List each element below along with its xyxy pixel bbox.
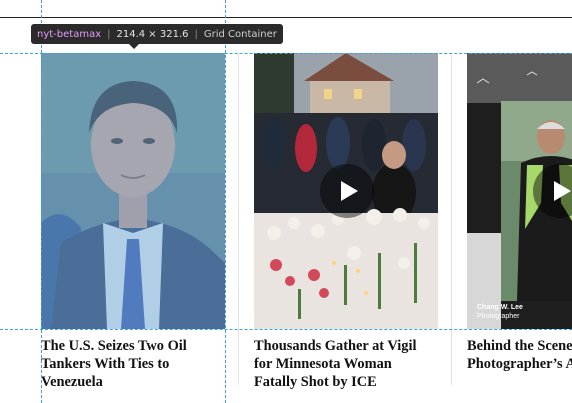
- column-divider-2: [451, 53, 452, 385]
- tooltip-dimensions: 214.4 × 321.6: [116, 28, 189, 40]
- play-icon[interactable]: [320, 164, 374, 218]
- photo-credit: Chang W. Lee Photographer: [477, 303, 523, 321]
- devtools-guide-left: [41, 0, 42, 403]
- section-top-rule: [0, 17, 572, 18]
- devtools-guide-bottom: [0, 329, 572, 330]
- devtools-inspect-highlight: [41, 53, 225, 329]
- devtools-guide-right: [225, 0, 226, 403]
- story-card-3[interactable]: Chang W. Lee Photographer Behind the Sce…: [467, 53, 572, 373]
- credit-name: Chang W. Lee: [477, 304, 523, 311]
- devtools-tooltip: nyt-betamax | 214.4 × 321.6 | Grid Conta…: [31, 24, 283, 49]
- story-headline-3[interactable]: Behind the Scenes Photographer’s An Jour…: [467, 337, 572, 373]
- column-divider-1: [238, 53, 239, 385]
- story-video-2[interactable]: [254, 53, 438, 329]
- credit-role: Photographer: [477, 313, 520, 320]
- tooltip-tag: nyt-betamax: [37, 28, 102, 40]
- tooltip-element-type: Grid Container: [203, 28, 277, 40]
- story-headline-1[interactable]: The U.S. Seizes Two Oil Tankers With Tie…: [41, 337, 225, 391]
- story-card-2[interactable]: Thousands Gather at Vigil for Minnesota …: [254, 53, 438, 391]
- devtools-guide-top: [0, 53, 572, 54]
- story-headline-2[interactable]: Thousands Gather at Vigil for Minnesota …: [254, 337, 438, 391]
- story-video-3[interactable]: Chang W. Lee Photographer: [467, 53, 572, 329]
- tooltip-separator: |: [107, 28, 111, 40]
- tooltip-separator: |: [194, 28, 198, 40]
